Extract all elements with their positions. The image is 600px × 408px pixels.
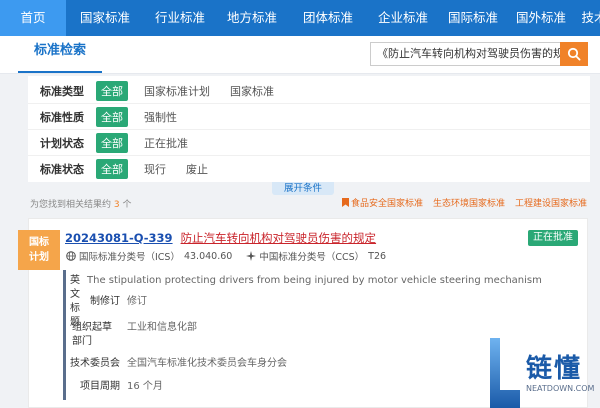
filter-option-all[interactable]: 全部	[96, 132, 128, 153]
filter-label: 标准状态	[40, 162, 84, 176]
detail-key: 组织起草部门	[72, 322, 112, 347]
standard-code[interactable]: 20243081-Q-339	[65, 231, 173, 245]
standard-title[interactable]: 20243081-Q-339 防止汽车转向机构对驾驶员伤害的规定	[65, 230, 376, 246]
nav-enterprise-standards[interactable]: 企业标准	[368, 0, 438, 36]
result-count-suffix: 个	[122, 200, 132, 210]
quick-link-label: 食品安全国家标准	[351, 199, 424, 209]
filter-panel: 标准类型 全部 国家标准计划 国家标准 标准性质 全部 强制性 计划状态 全部 …	[28, 76, 590, 182]
top-nav: 首页 国家标准 行业标准 地方标准 团体标准 企业标准 国际标准 国外标准 技术	[0, 0, 600, 36]
detail-key: 技术委员会	[70, 358, 120, 369]
filter-option-all[interactable]: 全部	[96, 106, 128, 127]
result-count-number: 3	[113, 200, 120, 210]
filter-option[interactable]: 国家标准计划	[144, 83, 210, 99]
search-bar: 标准检索 《防止汽车转向机构对驾驶员伤害的规定》	[0, 36, 600, 74]
nav-foreign-standards[interactable]: 国外标准	[508, 0, 574, 36]
detail-revision: 制修订 修订	[70, 295, 520, 309]
nav-national-standards[interactable]: 国家标准	[66, 0, 144, 36]
status-badge: 正在批准	[528, 230, 578, 246]
filter-option[interactable]: 强制性	[144, 109, 177, 125]
bookmark-icon	[342, 198, 349, 207]
quick-link-engineering[interactable]: 工程建设国家标准	[515, 196, 587, 209]
detail-drafting-dept: 组织起草部门 工业和信息化部	[70, 321, 520, 349]
classification-line: 国际标准分类号（ICS） 43.040.60 中国标准分类号（CCS） T26	[66, 249, 400, 263]
ics-value: 43.040.60	[183, 250, 233, 262]
section-title: 标准检索	[18, 36, 103, 73]
filter-plan-status: 计划状态 全部 正在批准	[28, 130, 590, 155]
ics-classification: 国际标准分类号（ICS） 43.040.60	[66, 249, 232, 263]
result-count: 为您找到相关结果约 3 个	[30, 197, 132, 210]
watermark-subtext: NEATDOWN.COM	[526, 384, 595, 393]
search-button[interactable]	[560, 42, 588, 66]
nav-technical[interactable]: 技术	[574, 0, 600, 36]
filter-option[interactable]: 现行	[144, 161, 166, 177]
category-badge: 国标 计划	[18, 230, 60, 270]
nav-home[interactable]: 首页	[0, 0, 66, 36]
info-accent-bar	[63, 270, 66, 400]
filter-label: 计划状态	[40, 136, 84, 150]
filter-option[interactable]: 废止	[186, 161, 208, 177]
ccs-label: 中国标准分类号（CCS）	[259, 252, 365, 263]
watermark-text: 链懂	[526, 354, 583, 384]
ics-label: 国际标准分类号（ICS）	[79, 252, 180, 263]
standard-name[interactable]: 防止汽车转向机构对驾驶员伤害的规定	[181, 231, 377, 245]
filter-label: 标准性质	[40, 110, 84, 124]
nav-local-standards[interactable]: 地方标准	[216, 0, 288, 36]
expand-conditions-button[interactable]: 展开条件	[272, 182, 334, 195]
nav-industry-standards[interactable]: 行业标准	[144, 0, 216, 36]
filter-option-all[interactable]: 全部	[96, 80, 128, 101]
filter-option-all[interactable]: 全部	[96, 158, 128, 179]
detail-value: 16 个月	[127, 381, 163, 392]
logo-mark-icon	[490, 338, 520, 408]
compass-icon	[246, 251, 257, 261]
detail-value: 全国汽车标准化技术委员会车身分会	[127, 358, 287, 369]
result-count-prefix: 为您找到相关结果约	[30, 200, 112, 210]
globe-icon	[66, 251, 76, 261]
filter-standard-type: 标准类型 全部 国家标准计划 国家标准	[28, 78, 590, 103]
ccs-value: T26	[368, 250, 387, 262]
detail-key: 制修订	[90, 296, 120, 307]
nav-group-standards[interactable]: 团体标准	[288, 0, 368, 36]
quick-link-food-safety[interactable]: 食品安全国家标准	[342, 196, 423, 209]
detail-tech-committee: 技术委员会 全国汽车标准化技术委员会车身分会	[70, 357, 520, 371]
filter-standard-nature: 标准性质 全部 强制性	[28, 104, 590, 129]
detail-value: 修订	[127, 296, 147, 307]
filter-option[interactable]: 国家标准	[230, 83, 274, 99]
badge-line-2: 计划	[29, 252, 49, 263]
filter-standard-status: 标准状态 全部 现行 废止	[28, 156, 590, 181]
nav-international-standards[interactable]: 国际标准	[438, 0, 508, 36]
ccs-classification: 中国标准分类号（CCS） T26	[246, 249, 386, 263]
search-input[interactable]: 《防止汽车转向机构对驾驶员伤害的规定》	[370, 42, 560, 66]
quick-link-eco-env[interactable]: 生态环境国家标准	[433, 196, 505, 209]
filter-label: 标准类型	[40, 84, 84, 98]
detail-key: 项目周期	[80, 381, 120, 392]
detail-project-period: 项目周期 16 个月	[70, 380, 520, 394]
watermark-logo: 链懂 NEATDOWN.COM	[486, 338, 600, 408]
quick-links: 食品安全国家标准 生态环境国家标准 工程建设国家标准	[342, 196, 587, 209]
badge-line-1: 国标	[29, 237, 49, 248]
detail-value: 工业和信息化部	[127, 322, 197, 333]
filter-option[interactable]: 正在批准	[144, 135, 188, 151]
search-icon	[567, 47, 581, 61]
